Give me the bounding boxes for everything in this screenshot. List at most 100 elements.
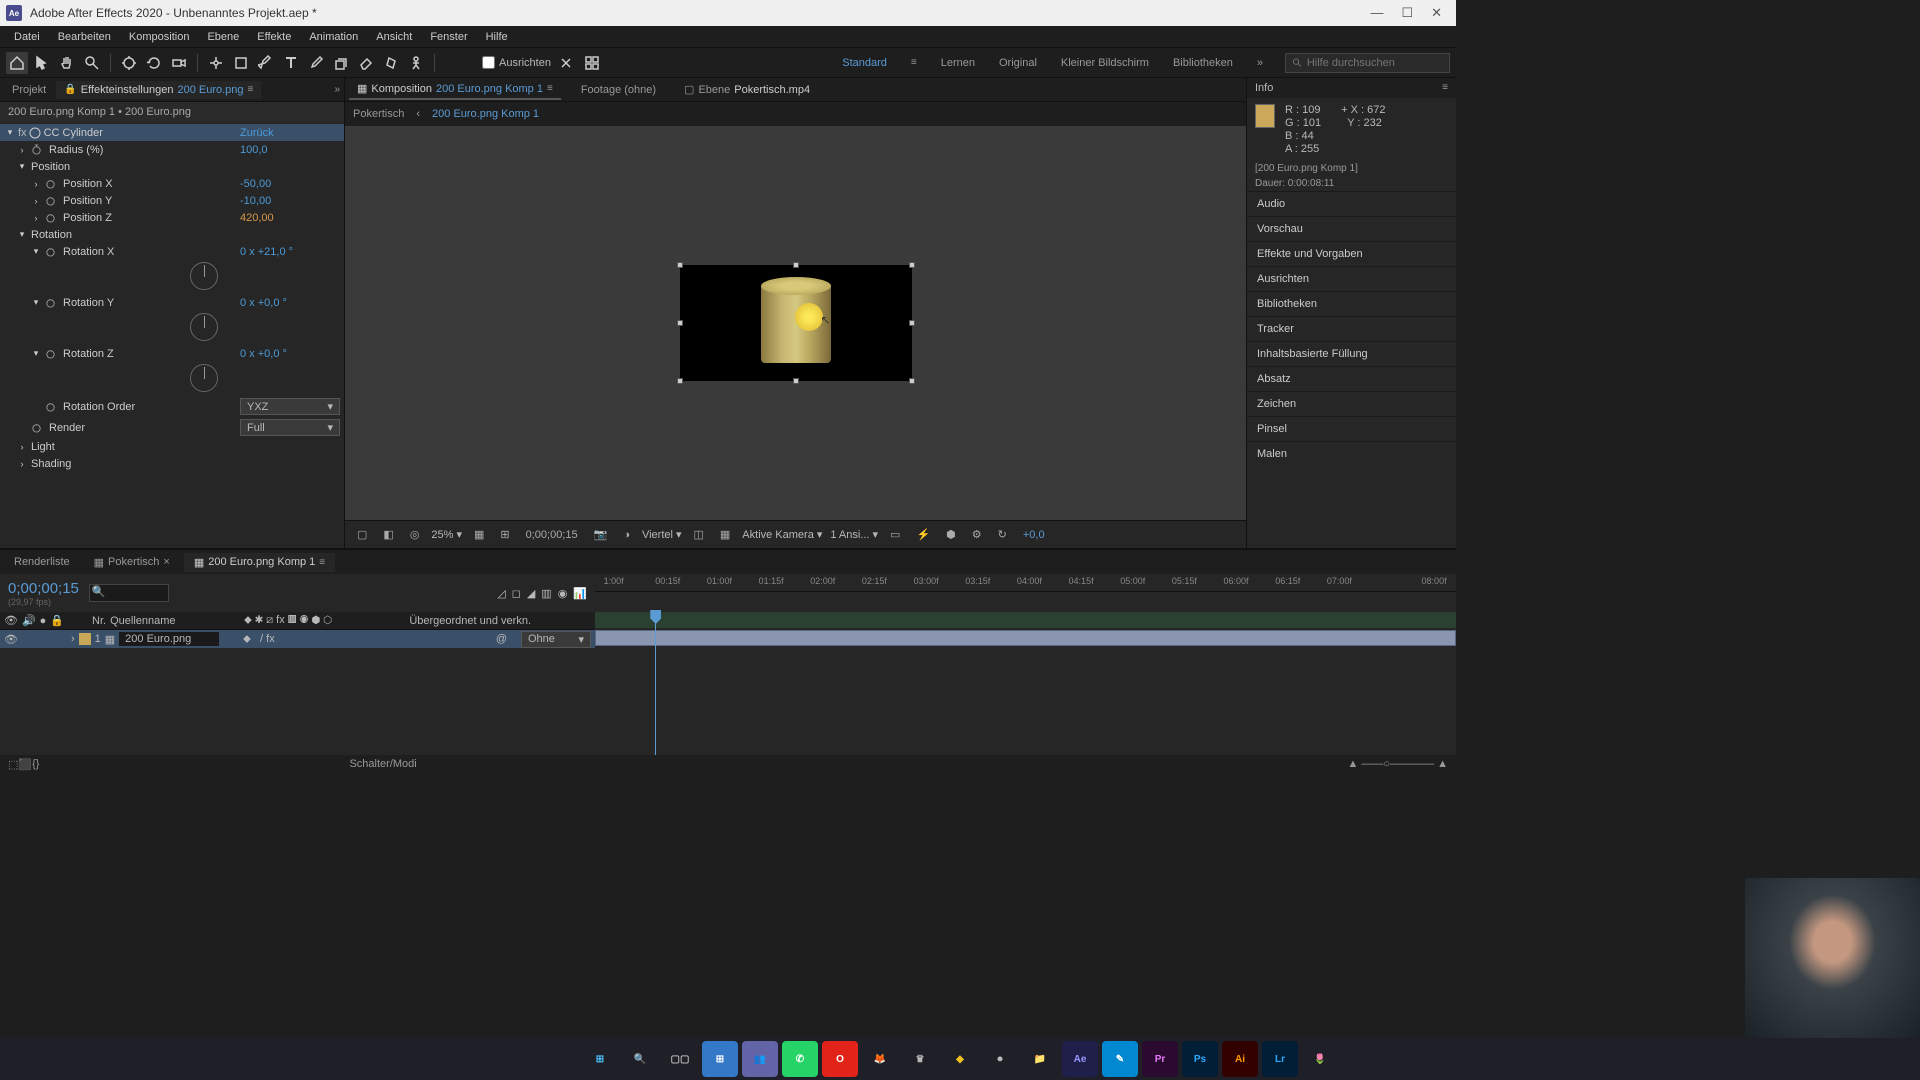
alpha-icon[interactable]: ◧: [379, 528, 397, 541]
stopwatch-icon[interactable]: [45, 246, 57, 258]
stopwatch-icon[interactable]: [45, 178, 57, 190]
tl-comp-flowchart-icon[interactable]: ◿: [497, 587, 505, 600]
prop-position-group[interactable]: ▾Position: [0, 158, 344, 175]
start-button[interactable]: ⊞: [582, 1041, 618, 1077]
solo-icon[interactable]: ●: [40, 615, 47, 627]
zoom-dropdown[interactable]: 25%▾: [431, 528, 462, 541]
home-tool[interactable]: [6, 52, 28, 74]
taskbar-whatsapp[interactable]: ✆: [782, 1041, 818, 1077]
menu-animation[interactable]: Animation: [301, 29, 366, 45]
handle[interactable]: [677, 378, 683, 384]
brush-tool[interactable]: [305, 52, 327, 74]
stopwatch-icon[interactable]: [45, 212, 57, 224]
menu-edit[interactable]: Bearbeiten: [50, 29, 119, 45]
tl-tab-render[interactable]: Renderliste: [4, 553, 80, 571]
info-panel-title[interactable]: Info: [1255, 82, 1273, 94]
handle[interactable]: [909, 378, 915, 384]
stopwatch-icon[interactable]: [45, 348, 57, 360]
renderer-icon[interactable]: ⚙: [968, 528, 986, 541]
panel-character[interactable]: Zeichen: [1247, 391, 1456, 416]
handle[interactable]: [793, 262, 799, 268]
prop-position-y[interactable]: › Position Y-10,00: [0, 192, 344, 209]
project-tab[interactable]: Projekt: [4, 81, 54, 99]
stopwatch-icon[interactable]: [45, 401, 57, 413]
hand-tool[interactable]: [56, 52, 78, 74]
panel-preview[interactable]: Vorschau: [1247, 216, 1456, 241]
handle[interactable]: [793, 378, 799, 384]
prop-position-z[interactable]: › Position Z420,00: [0, 209, 344, 226]
panel-audio[interactable]: Audio: [1247, 191, 1456, 216]
views-dropdown[interactable]: 1 Ansi...▾: [830, 528, 878, 541]
3d-icon[interactable]: ⬢: [942, 528, 960, 541]
panel-align[interactable]: Ausrichten: [1247, 266, 1456, 291]
orbit-tool[interactable]: [118, 52, 140, 74]
taskbar-app[interactable]: ♛: [902, 1041, 938, 1077]
zoom-tool[interactable]: [81, 52, 103, 74]
menu-file[interactable]: Datei: [6, 29, 48, 45]
panel-effects-presets[interactable]: Effekte und Vorgaben: [1247, 241, 1456, 266]
eraser-tool[interactable]: [355, 52, 377, 74]
roto-tool[interactable]: [380, 52, 402, 74]
prop-position-x[interactable]: › Position X-50,00: [0, 175, 344, 192]
tl-shy-icon[interactable]: ◢: [527, 587, 535, 600]
tl-tab-poker[interactable]: ▦Pokertisch×: [84, 553, 180, 572]
pen-tool[interactable]: [255, 52, 277, 74]
stopwatch-icon[interactable]: [45, 297, 57, 309]
workspace-menu-icon[interactable]: ≡: [901, 55, 927, 70]
taskbar-app[interactable]: ✎: [1102, 1041, 1138, 1077]
panel-overflow[interactable]: »: [334, 84, 340, 95]
prop-rotation-order[interactable]: Rotation Order YXZ▾: [0, 396, 344, 417]
timecode[interactable]: 0;00;00;15: [8, 580, 79, 597]
task-view-button[interactable]: ▢▢: [662, 1041, 698, 1077]
panel-paint[interactable]: Malen: [1247, 441, 1456, 466]
panel-libraries[interactable]: Bibliotheken: [1247, 291, 1456, 316]
prop-rotation-group[interactable]: ▾Rotation: [0, 226, 344, 243]
taskbar-ai[interactable]: Ai: [1222, 1041, 1258, 1077]
shape-tool[interactable]: [230, 52, 252, 74]
help-search-input[interactable]: [1307, 57, 1443, 69]
effect-cc-cylinder[interactable]: ▾fx CC Cylinder Zurück: [0, 124, 344, 141]
menu-effects[interactable]: Effekte: [249, 29, 299, 45]
render-dropdown[interactable]: Full▾: [240, 419, 340, 436]
panel-menu-icon[interactable]: ≡: [1442, 82, 1448, 94]
toggle-modes-icon[interactable]: ⬛: [18, 758, 32, 771]
menu-window[interactable]: Fenster: [422, 29, 475, 45]
canvas[interactable]: ↖: [680, 265, 912, 381]
rotation-z-dial[interactable]: [190, 364, 344, 392]
prop-radius[interactable]: › Radius (%) 100,0: [0, 141, 344, 158]
timeline-ruler[interactable]: 1:00f 00:15f 01:00f 01:15f 02:00f 02:15f…: [595, 574, 1456, 612]
layer-tab[interactable]: ▢ Ebene Pokertisch.mp4: [676, 80, 818, 99]
lock-icon[interactable]: 🔒: [50, 614, 64, 627]
layer-bar[interactable]: [595, 630, 1456, 646]
layer-row-1[interactable]: 👁 › 1 ▦ 200 Euro.png ⬥ / fx @ Ohne▾: [0, 630, 595, 648]
workspace-standard[interactable]: Standard: [832, 55, 897, 71]
color-mgmt-icon[interactable]: ◑: [619, 529, 634, 541]
taskbar-app[interactable]: ⊞: [702, 1041, 738, 1077]
resolution-dropdown[interactable]: Viertel▾: [642, 528, 682, 541]
layer-search[interactable]: 🔍: [89, 584, 169, 602]
channel-icon[interactable]: ◎: [406, 528, 424, 541]
work-area[interactable]: [595, 612, 1456, 628]
toggle-switches-icon[interactable]: ⬚: [8, 758, 18, 771]
panel-brushes[interactable]: Pinsel: [1247, 416, 1456, 441]
snapshot-icon[interactable]: 📷: [590, 528, 612, 541]
panel-content-fill[interactable]: Inhaltsbasierte Füllung: [1247, 341, 1456, 366]
taskbar-obs[interactable]: ⏺: [982, 1041, 1018, 1077]
layer-visible-icon[interactable]: 👁: [4, 633, 18, 646]
menu-view[interactable]: Ansicht: [368, 29, 420, 45]
tl-draft3d-icon[interactable]: ◻: [512, 587, 521, 600]
effect-visible-icon[interactable]: [29, 127, 41, 139]
lock-icon[interactable]: 🔒: [64, 84, 76, 95]
taskbar-teams[interactable]: 👥: [742, 1041, 778, 1077]
snap-icon[interactable]: [555, 52, 577, 74]
pixel-ar-icon[interactable]: ▭: [886, 528, 904, 541]
parent-dropdown[interactable]: Ohne▾: [521, 631, 591, 648]
search-button[interactable]: 🔍: [622, 1041, 658, 1077]
tl-graph-icon[interactable]: 📊: [573, 587, 587, 600]
prop-rotation-z[interactable]: ▾ Rotation Z0 x +0,0 °: [0, 345, 344, 362]
prop-rotation-y[interactable]: ▾ Rotation Y0 x +0,0 °: [0, 294, 344, 311]
workspace-original[interactable]: Original: [989, 55, 1047, 71]
panel-tracker[interactable]: Tracker: [1247, 316, 1456, 341]
toggle-brackets-icon[interactable]: {}: [32, 758, 39, 770]
exposure-value[interactable]: +0,0: [1019, 529, 1049, 541]
